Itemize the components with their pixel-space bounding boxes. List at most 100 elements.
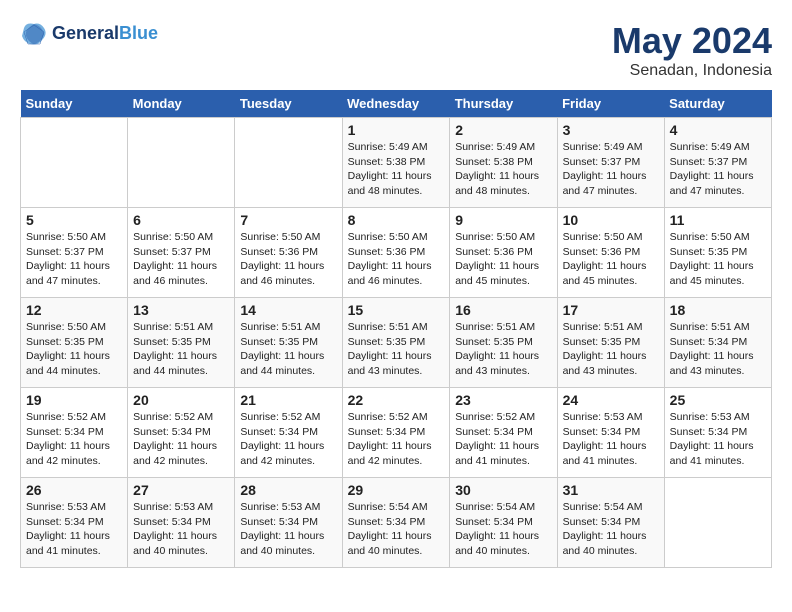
weekday-header: Tuesday xyxy=(235,90,342,118)
day-number: 7 xyxy=(240,212,336,228)
day-info: Sunrise: 5:50 AM Sunset: 5:37 PM Dayligh… xyxy=(133,230,229,289)
day-info: Sunrise: 5:49 AM Sunset: 5:37 PM Dayligh… xyxy=(563,140,659,199)
calendar-cell: 7Sunrise: 5:50 AM Sunset: 5:36 PM Daylig… xyxy=(235,208,342,298)
calendar-cell: 15Sunrise: 5:51 AM Sunset: 5:35 PM Dayli… xyxy=(342,298,450,388)
calendar-cell: 8Sunrise: 5:50 AM Sunset: 5:36 PM Daylig… xyxy=(342,208,450,298)
weekday-header: Monday xyxy=(128,90,235,118)
calendar-cell xyxy=(128,118,235,208)
calendar-week-row: 1 Sunrise: 5:49 AM Sunset: 5:38 PM Daylig… xyxy=(21,118,772,208)
logo-name: GeneralBlue xyxy=(52,24,158,44)
day-info: Sunrise: 5:50 AM Sunset: 5:35 PM Dayligh… xyxy=(670,230,766,289)
calendar-cell: 4 Sunrise: 5:49 AM Sunset: 5:37 PM Daylig… xyxy=(664,118,771,208)
calendar-cell: 18 Sunrise: 5:51 AM Sunset: 5:34 PM Dayli… xyxy=(664,298,771,388)
day-number: 9 xyxy=(455,212,551,228)
day-number: 28 xyxy=(240,482,336,498)
calendar-cell: 16 Sunrise: 5:51 AM Sunset: 5:35 PM Dayli… xyxy=(450,298,557,388)
day-info: Sunrise: 5:53 AM Sunset: 5:34 PM Dayligh… xyxy=(563,410,659,469)
day-info: Sunrise: 5:54 AM Sunset: 5:34 PM Dayligh… xyxy=(455,500,551,559)
calendar-cell: 25 Sunrise: 5:53 AM Sunset: 5:34 PM Dayli… xyxy=(664,388,771,478)
logo: GeneralBlue xyxy=(20,20,158,48)
day-info: Sunrise: 5:52 AM Sunset: 5:34 PM Dayligh… xyxy=(133,410,229,469)
calendar-cell: 11 Sunrise: 5:50 AM Sunset: 5:35 PM Dayli… xyxy=(664,208,771,298)
day-info: Sunrise: 5:49 AM Sunset: 5:37 PM Dayligh… xyxy=(670,140,766,199)
weekday-header-row: SundayMondayTuesdayWednesdayThursdayFrid… xyxy=(21,90,772,118)
day-info: Sunrise: 5:51 AM Sunset: 5:35 PM Dayligh… xyxy=(563,320,659,379)
calendar-cell: 31 Sunrise: 5:54 AM Sunset: 5:34 PM Dayli… xyxy=(557,478,664,568)
day-info: Sunrise: 5:53 AM Sunset: 5:34 PM Dayligh… xyxy=(240,500,336,559)
day-number: 30 xyxy=(455,482,551,498)
day-info: Sunrise: 5:51 AM Sunset: 5:35 PM Dayligh… xyxy=(240,320,336,379)
day-info: Sunrise: 5:49 AM Sunset: 5:38 PM Dayligh… xyxy=(348,140,445,199)
day-number: 2 xyxy=(455,122,551,138)
calendar-cell: 5Sunrise: 5:50 AM Sunset: 5:37 PM Daylig… xyxy=(21,208,128,298)
day-info: Sunrise: 5:51 AM Sunset: 5:35 PM Dayligh… xyxy=(455,320,551,379)
calendar-cell: 12Sunrise: 5:50 AM Sunset: 5:35 PM Dayli… xyxy=(21,298,128,388)
day-number: 1 xyxy=(348,122,445,138)
calendar-cell xyxy=(235,118,342,208)
calendar-cell: 14Sunrise: 5:51 AM Sunset: 5:35 PM Dayli… xyxy=(235,298,342,388)
calendar-cell: 19 Sunrise: 5:52 AM Sunset: 5:34 PM Dayli… xyxy=(21,388,128,478)
day-number: 15 xyxy=(348,302,445,318)
calendar-cell: 22 Sunrise: 5:52 AM Sunset: 5:34 PM Dayli… xyxy=(342,388,450,478)
calendar-cell: 3 Sunrise: 5:49 AM Sunset: 5:37 PM Daylig… xyxy=(557,118,664,208)
day-number: 8 xyxy=(348,212,445,228)
weekday-header: Thursday xyxy=(450,90,557,118)
day-number: 24 xyxy=(563,392,659,408)
day-number: 27 xyxy=(133,482,229,498)
day-info: Sunrise: 5:49 AM Sunset: 5:38 PM Dayligh… xyxy=(455,140,551,199)
calendar-cell: 28 Sunrise: 5:53 AM Sunset: 5:34 PM Dayli… xyxy=(235,478,342,568)
month-title: May 2024 xyxy=(612,20,772,62)
day-number: 19 xyxy=(26,392,122,408)
day-number: 18 xyxy=(670,302,766,318)
day-number: 31 xyxy=(563,482,659,498)
calendar-week-row: 26 Sunrise: 5:53 AM Sunset: 5:34 PM Dayli… xyxy=(21,478,772,568)
day-info: Sunrise: 5:53 AM Sunset: 5:34 PM Dayligh… xyxy=(26,500,122,559)
day-info: Sunrise: 5:50 AM Sunset: 5:36 PM Dayligh… xyxy=(563,230,659,289)
day-info: Sunrise: 5:54 AM Sunset: 5:34 PM Dayligh… xyxy=(563,500,659,559)
calendar-cell: 29 Sunrise: 5:54 AM Sunset: 5:34 PM Dayli… xyxy=(342,478,450,568)
day-info: Sunrise: 5:51 AM Sunset: 5:35 PM Dayligh… xyxy=(133,320,229,379)
day-info: Sunrise: 5:50 AM Sunset: 5:36 PM Dayligh… xyxy=(455,230,551,289)
day-number: 11 xyxy=(670,212,766,228)
calendar-week-row: 5 Sunrise: 5:50 AM Sunset: 5:37 PM Daylig… xyxy=(21,208,772,298)
calendar-cell: 24 Sunrise: 5:53 AM Sunset: 5:34 PM Dayli… xyxy=(557,388,664,478)
calendar-cell: 21Sunrise: 5:52 AM Sunset: 5:34 PM Dayli… xyxy=(235,388,342,478)
day-number: 16 xyxy=(455,302,551,318)
day-info: Sunrise: 5:50 AM Sunset: 5:35 PM Dayligh… xyxy=(26,320,122,379)
day-number: 29 xyxy=(348,482,445,498)
day-number: 26 xyxy=(26,482,122,498)
day-info: Sunrise: 5:51 AM Sunset: 5:34 PM Dayligh… xyxy=(670,320,766,379)
calendar-week-row: 12Sunrise: 5:50 AM Sunset: 5:35 PM Dayli… xyxy=(21,298,772,388)
day-info: Sunrise: 5:52 AM Sunset: 5:34 PM Dayligh… xyxy=(240,410,336,469)
weekday-header: Friday xyxy=(557,90,664,118)
weekday-header: Wednesday xyxy=(342,90,450,118)
day-number: 13 xyxy=(133,302,229,318)
day-info: Sunrise: 5:53 AM Sunset: 5:34 PM Dayligh… xyxy=(133,500,229,559)
calendar-cell xyxy=(21,118,128,208)
day-info: Sunrise: 5:52 AM Sunset: 5:34 PM Dayligh… xyxy=(26,410,122,469)
calendar-cell: 9 Sunrise: 5:50 AM Sunset: 5:36 PM Daylig… xyxy=(450,208,557,298)
day-info: Sunrise: 5:52 AM Sunset: 5:34 PM Dayligh… xyxy=(348,410,445,469)
day-info: Sunrise: 5:52 AM Sunset: 5:34 PM Dayligh… xyxy=(455,410,551,469)
day-number: 4 xyxy=(670,122,766,138)
day-number: 17 xyxy=(563,302,659,318)
calendar-cell: 30 Sunrise: 5:54 AM Sunset: 5:34 PM Dayli… xyxy=(450,478,557,568)
page-header: GeneralBlue May 2024 Senadan, Indonesia xyxy=(20,20,772,80)
day-number: 5 xyxy=(26,212,122,228)
calendar-cell: 20Sunrise: 5:52 AM Sunset: 5:34 PM Dayli… xyxy=(128,388,235,478)
logo-icon xyxy=(20,20,48,48)
weekday-header: Saturday xyxy=(664,90,771,118)
calendar-cell: 23 Sunrise: 5:52 AM Sunset: 5:34 PM Dayli… xyxy=(450,388,557,478)
day-number: 23 xyxy=(455,392,551,408)
calendar-cell xyxy=(664,478,771,568)
calendar-cell: 1 Sunrise: 5:49 AM Sunset: 5:38 PM Daylig… xyxy=(342,118,450,208)
day-number: 25 xyxy=(670,392,766,408)
day-info: Sunrise: 5:54 AM Sunset: 5:34 PM Dayligh… xyxy=(348,500,445,559)
calendar-cell: 10Sunrise: 5:50 AM Sunset: 5:36 PM Dayli… xyxy=(557,208,664,298)
weekday-header: Sunday xyxy=(21,90,128,118)
day-info: Sunrise: 5:53 AM Sunset: 5:34 PM Dayligh… xyxy=(670,410,766,469)
day-number: 3 xyxy=(563,122,659,138)
day-number: 22 xyxy=(348,392,445,408)
calendar-cell: 26 Sunrise: 5:53 AM Sunset: 5:34 PM Dayli… xyxy=(21,478,128,568)
title-block: May 2024 Senadan, Indonesia xyxy=(612,20,772,80)
